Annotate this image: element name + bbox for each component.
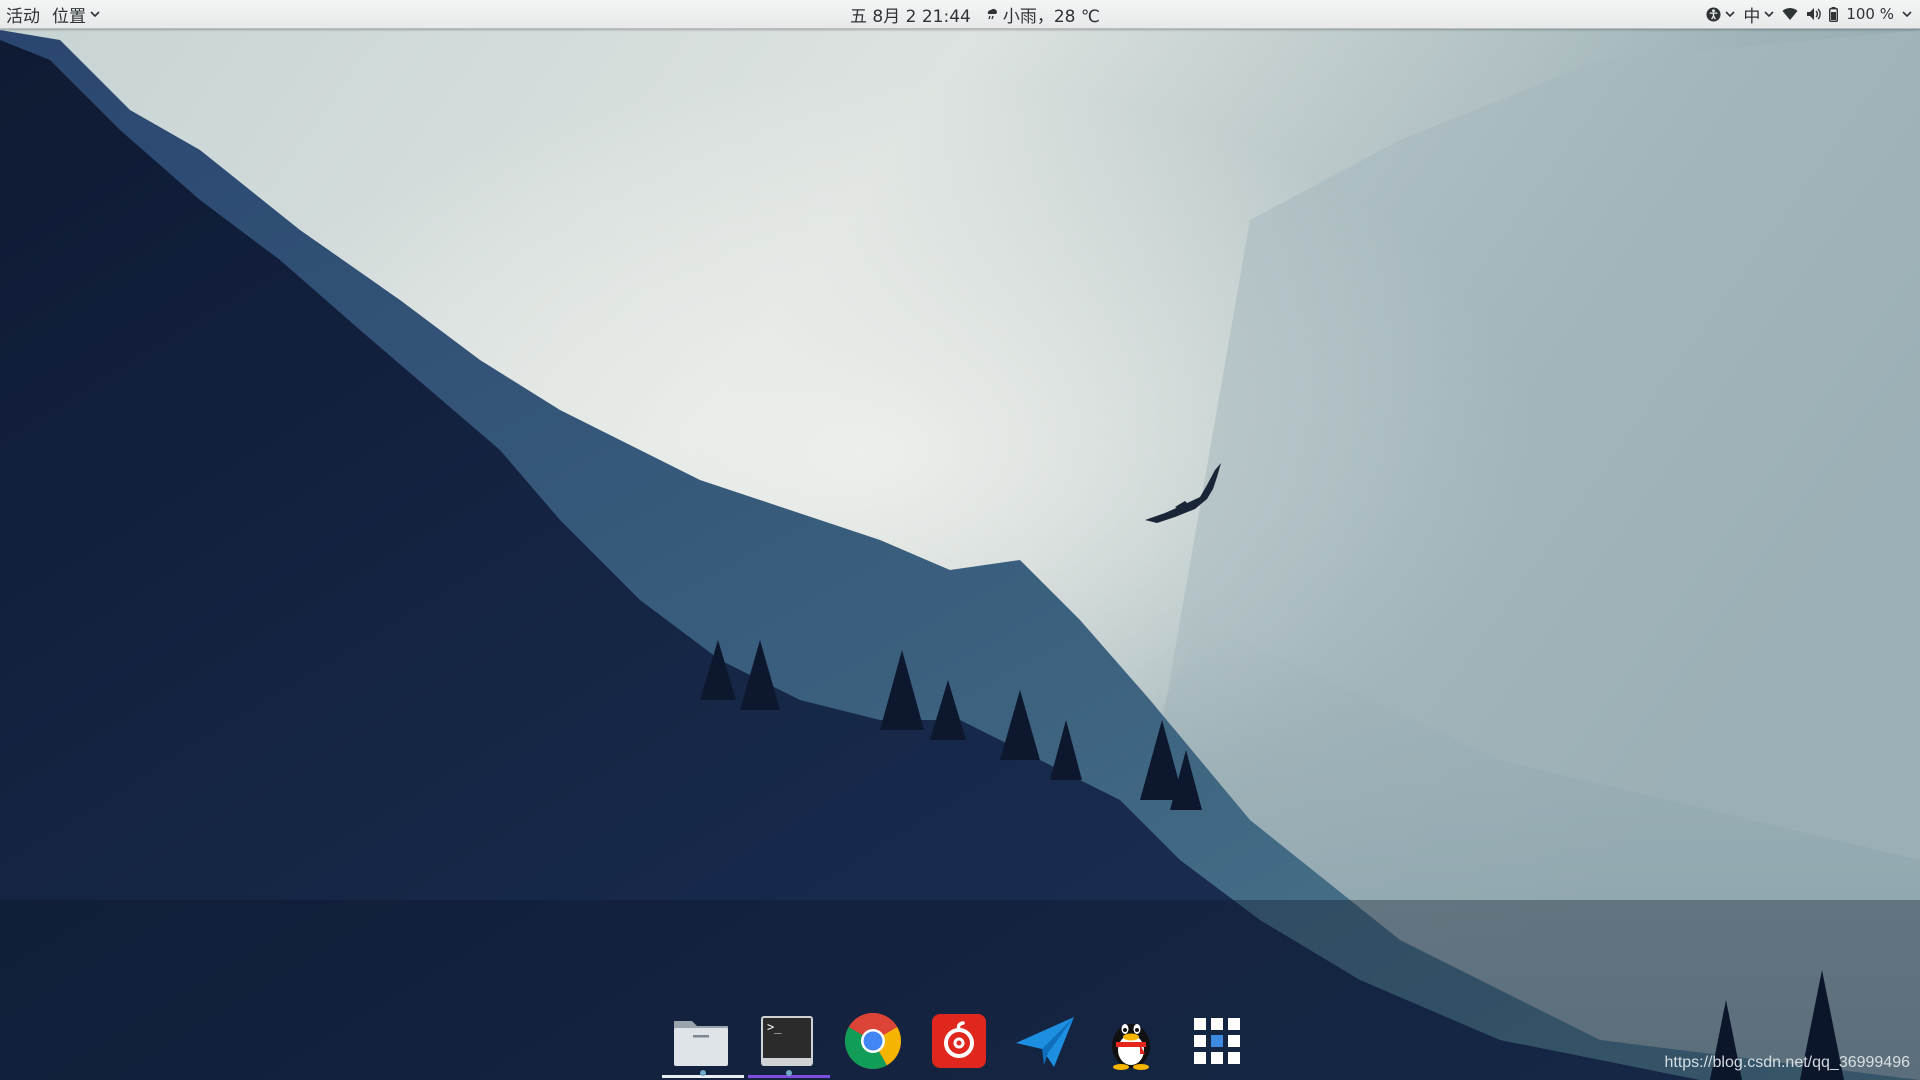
chevron-down-icon [1764, 11, 1774, 18]
wifi-icon [1782, 8, 1798, 20]
weather-text: 小雨，28 ℃ [1002, 6, 1100, 27]
folder-icon [674, 1021, 728, 1066]
top-bar: 活动 位置 五 8月 2 21:44 小雨，28 ℃ 中 100 % [0, 0, 1920, 29]
accessibility-icon [1706, 6, 1721, 22]
places-label: 位置 [52, 6, 86, 27]
places-menu[interactable]: 位置 [52, 2, 100, 27]
dock-item-files[interactable] [670, 1010, 732, 1072]
terminal-icon: >_ [761, 1016, 813, 1066]
date-time: 五 8月 2 21:44 [850, 6, 971, 27]
dock-item-qq[interactable] [1100, 1010, 1162, 1072]
watermark-url: https://blog.csdn.net/qq_36999496 [1664, 1054, 1910, 1071]
dock-item-terminal[interactable]: >_ [756, 1010, 818, 1072]
weather-indicator: 小雨，28 ℃ [985, 2, 1100, 27]
battery-icon [1829, 6, 1839, 22]
input-method-menu[interactable]: 中 [1743, 2, 1774, 27]
activities-button[interactable]: 活动 [6, 2, 40, 27]
dock: >_ [658, 1000, 1254, 1080]
rain-cloud-icon [987, 8, 997, 20]
qq-penguin-icon [1112, 1024, 1150, 1070]
dock-item-netease-music[interactable] [928, 1010, 990, 1072]
system-status-menu[interactable]: 100 % [1782, 5, 1912, 23]
dock-item-send[interactable] [1014, 1010, 1076, 1072]
chrome-icon [844, 1012, 901, 1069]
dock-item-chrome[interactable] [842, 1010, 904, 1072]
accessibility-menu[interactable] [1706, 6, 1735, 22]
dock-item-show-applications[interactable] [1186, 1010, 1248, 1072]
volume-icon [1807, 8, 1822, 20]
clock-menu[interactable]: 五 8月 2 21:44 小雨，28 ℃ [850, 2, 1100, 27]
paper-plane-icon [1016, 1017, 1074, 1067]
input-method-label: 中 [1743, 6, 1761, 27]
terminal-prompt: >_ [767, 1020, 782, 1034]
chevron-down-icon [90, 11, 100, 18]
chevron-down-icon [1902, 11, 1912, 18]
running-dot-files [700, 1070, 706, 1076]
running-dot-terminal [786, 1070, 792, 1076]
netease-music-icon [932, 1014, 986, 1068]
wallpaper [0, 0, 1920, 1080]
battery-percent: 100 % [1846, 5, 1894, 23]
desktop: 活动 位置 五 8月 2 21:44 小雨，28 ℃ 中 100 % >_ ht… [0, 0, 1920, 1080]
chevron-down-icon [1725, 11, 1735, 18]
app-grid-icon [1194, 1018, 1240, 1064]
